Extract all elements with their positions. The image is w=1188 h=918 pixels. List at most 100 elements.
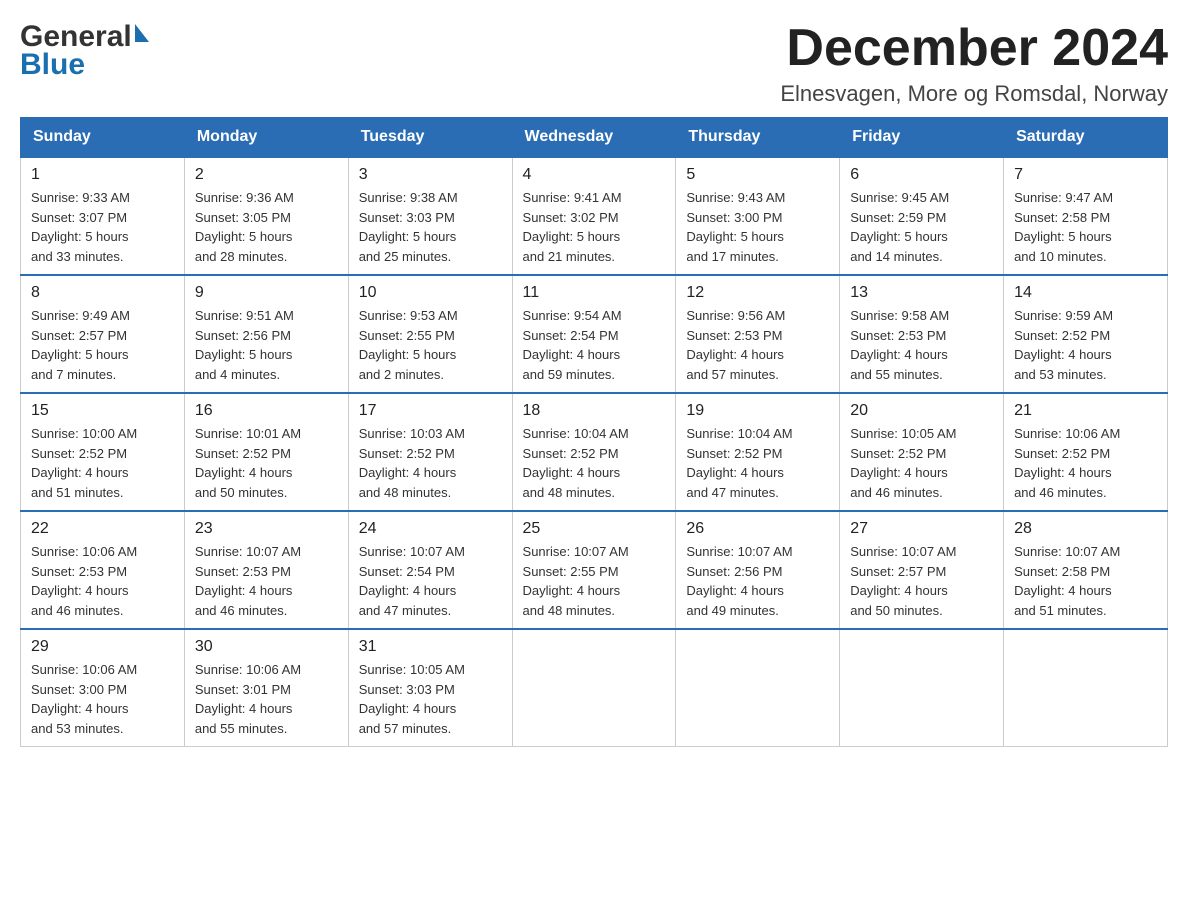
- calendar-day-cell: 3 Sunrise: 9:38 AMSunset: 3:03 PMDayligh…: [348, 157, 512, 275]
- col-header-sunday: Sunday: [21, 118, 185, 158]
- day-number: 7: [1014, 166, 1157, 184]
- day-number: 29: [31, 638, 174, 656]
- col-header-saturday: Saturday: [1004, 118, 1168, 158]
- day-number: 17: [359, 402, 502, 420]
- day-info: Sunrise: 9:58 AMSunset: 2:53 PMDaylight:…: [850, 308, 949, 382]
- day-info: Sunrise: 9:38 AMSunset: 3:03 PMDaylight:…: [359, 190, 458, 264]
- day-number: 16: [195, 402, 338, 420]
- col-header-thursday: Thursday: [676, 118, 840, 158]
- empty-cell: [676, 629, 840, 747]
- calendar-table: SundayMondayTuesdayWednesdayThursdayFrid…: [20, 117, 1168, 747]
- calendar-week-row: 22 Sunrise: 10:06 AMSunset: 2:53 PMDayli…: [21, 511, 1168, 629]
- day-info: Sunrise: 9:47 AMSunset: 2:58 PMDaylight:…: [1014, 190, 1113, 264]
- day-info: Sunrise: 10:05 AMSunset: 3:03 PMDaylight…: [359, 662, 465, 736]
- calendar-week-row: 15 Sunrise: 10:00 AMSunset: 2:52 PMDayli…: [21, 393, 1168, 511]
- calendar-day-cell: 16 Sunrise: 10:01 AMSunset: 2:52 PMDayli…: [184, 393, 348, 511]
- calendar-day-cell: 27 Sunrise: 10:07 AMSunset: 2:57 PMDayli…: [840, 511, 1004, 629]
- day-info: Sunrise: 10:06 AMSunset: 2:53 PMDaylight…: [31, 544, 137, 618]
- day-number: 8: [31, 284, 174, 302]
- empty-cell: [840, 629, 1004, 747]
- day-number: 13: [850, 284, 993, 302]
- day-info: Sunrise: 10:06 AMSunset: 3:01 PMDaylight…: [195, 662, 301, 736]
- day-number: 18: [523, 402, 666, 420]
- calendar-day-cell: 14 Sunrise: 9:59 AMSunset: 2:52 PMDaylig…: [1004, 275, 1168, 393]
- col-header-wednesday: Wednesday: [512, 118, 676, 158]
- day-info: Sunrise: 10:05 AMSunset: 2:52 PMDaylight…: [850, 426, 956, 500]
- calendar-week-row: 8 Sunrise: 9:49 AMSunset: 2:57 PMDayligh…: [21, 275, 1168, 393]
- col-header-friday: Friday: [840, 118, 1004, 158]
- day-number: 22: [31, 520, 174, 538]
- page-header: General Blue December 2024 Elnesvagen, M…: [20, 20, 1168, 107]
- day-info: Sunrise: 9:56 AMSunset: 2:53 PMDaylight:…: [686, 308, 785, 382]
- calendar-day-cell: 22 Sunrise: 10:06 AMSunset: 2:53 PMDayli…: [21, 511, 185, 629]
- day-number: 4: [523, 166, 666, 184]
- day-info: Sunrise: 10:06 AMSunset: 2:52 PMDaylight…: [1014, 426, 1120, 500]
- day-number: 28: [1014, 520, 1157, 538]
- day-info: Sunrise: 10:07 AMSunset: 2:55 PMDaylight…: [523, 544, 629, 618]
- empty-cell: [1004, 629, 1168, 747]
- day-number: 11: [523, 284, 666, 302]
- calendar-day-cell: 11 Sunrise: 9:54 AMSunset: 2:54 PMDaylig…: [512, 275, 676, 393]
- logo: General Blue: [20, 20, 149, 82]
- day-number: 19: [686, 402, 829, 420]
- day-info: Sunrise: 9:43 AMSunset: 3:00 PMDaylight:…: [686, 190, 785, 264]
- calendar-day-cell: 19 Sunrise: 10:04 AMSunset: 2:52 PMDayli…: [676, 393, 840, 511]
- calendar-day-cell: 17 Sunrise: 10:03 AMSunset: 2:52 PMDayli…: [348, 393, 512, 511]
- title-area: December 2024 Elnesvagen, More og Romsda…: [780, 20, 1168, 107]
- calendar-day-cell: 4 Sunrise: 9:41 AMSunset: 3:02 PMDayligh…: [512, 157, 676, 275]
- day-number: 31: [359, 638, 502, 656]
- day-info: Sunrise: 9:41 AMSunset: 3:02 PMDaylight:…: [523, 190, 622, 264]
- day-info: Sunrise: 10:07 AMSunset: 2:53 PMDaylight…: [195, 544, 301, 618]
- calendar-day-cell: 2 Sunrise: 9:36 AMSunset: 3:05 PMDayligh…: [184, 157, 348, 275]
- month-title: December 2024: [780, 20, 1168, 77]
- day-number: 2: [195, 166, 338, 184]
- calendar-day-cell: 6 Sunrise: 9:45 AMSunset: 2:59 PMDayligh…: [840, 157, 1004, 275]
- day-number: 26: [686, 520, 829, 538]
- calendar-day-cell: 12 Sunrise: 9:56 AMSunset: 2:53 PMDaylig…: [676, 275, 840, 393]
- day-number: 9: [195, 284, 338, 302]
- day-info: Sunrise: 9:54 AMSunset: 2:54 PMDaylight:…: [523, 308, 622, 382]
- calendar-day-cell: 7 Sunrise: 9:47 AMSunset: 2:58 PMDayligh…: [1004, 157, 1168, 275]
- calendar-day-cell: 31 Sunrise: 10:05 AMSunset: 3:03 PMDayli…: [348, 629, 512, 747]
- calendar-day-cell: 25 Sunrise: 10:07 AMSunset: 2:55 PMDayli…: [512, 511, 676, 629]
- calendar-day-cell: 28 Sunrise: 10:07 AMSunset: 2:58 PMDayli…: [1004, 511, 1168, 629]
- calendar-day-cell: 21 Sunrise: 10:06 AMSunset: 2:52 PMDayli…: [1004, 393, 1168, 511]
- calendar-day-cell: 18 Sunrise: 10:04 AMSunset: 2:52 PMDayli…: [512, 393, 676, 511]
- day-number: 3: [359, 166, 502, 184]
- day-info: Sunrise: 9:51 AMSunset: 2:56 PMDaylight:…: [195, 308, 294, 382]
- day-number: 5: [686, 166, 829, 184]
- day-info: Sunrise: 9:45 AMSunset: 2:59 PMDaylight:…: [850, 190, 949, 264]
- day-number: 14: [1014, 284, 1157, 302]
- day-info: Sunrise: 10:07 AMSunset: 2:58 PMDaylight…: [1014, 544, 1120, 618]
- day-info: Sunrise: 10:04 AMSunset: 2:52 PMDaylight…: [686, 426, 792, 500]
- calendar-week-row: 1 Sunrise: 9:33 AMSunset: 3:07 PMDayligh…: [21, 157, 1168, 275]
- day-number: 1: [31, 166, 174, 184]
- calendar-day-cell: 9 Sunrise: 9:51 AMSunset: 2:56 PMDayligh…: [184, 275, 348, 393]
- col-header-tuesday: Tuesday: [348, 118, 512, 158]
- day-number: 6: [850, 166, 993, 184]
- day-info: Sunrise: 9:53 AMSunset: 2:55 PMDaylight:…: [359, 308, 458, 382]
- calendar-day-cell: 10 Sunrise: 9:53 AMSunset: 2:55 PMDaylig…: [348, 275, 512, 393]
- day-number: 15: [31, 402, 174, 420]
- day-number: 24: [359, 520, 502, 538]
- day-info: Sunrise: 10:07 AMSunset: 2:57 PMDaylight…: [850, 544, 956, 618]
- day-info: Sunrise: 10:06 AMSunset: 3:00 PMDaylight…: [31, 662, 137, 736]
- day-number: 23: [195, 520, 338, 538]
- empty-cell: [512, 629, 676, 747]
- day-info: Sunrise: 9:49 AMSunset: 2:57 PMDaylight:…: [31, 308, 130, 382]
- logo-blue-text: Blue: [20, 48, 85, 82]
- calendar-day-cell: 23 Sunrise: 10:07 AMSunset: 2:53 PMDayli…: [184, 511, 348, 629]
- day-info: Sunrise: 10:07 AMSunset: 2:54 PMDaylight…: [359, 544, 465, 618]
- day-info: Sunrise: 10:07 AMSunset: 2:56 PMDaylight…: [686, 544, 792, 618]
- day-info: Sunrise: 10:01 AMSunset: 2:52 PMDaylight…: [195, 426, 301, 500]
- calendar-week-row: 29 Sunrise: 10:06 AMSunset: 3:00 PMDayli…: [21, 629, 1168, 747]
- calendar-day-cell: 5 Sunrise: 9:43 AMSunset: 3:00 PMDayligh…: [676, 157, 840, 275]
- day-info: Sunrise: 9:59 AMSunset: 2:52 PMDaylight:…: [1014, 308, 1113, 382]
- calendar-day-cell: 30 Sunrise: 10:06 AMSunset: 3:01 PMDayli…: [184, 629, 348, 747]
- day-number: 20: [850, 402, 993, 420]
- day-info: Sunrise: 10:03 AMSunset: 2:52 PMDaylight…: [359, 426, 465, 500]
- day-number: 27: [850, 520, 993, 538]
- col-header-monday: Monday: [184, 118, 348, 158]
- day-number: 10: [359, 284, 502, 302]
- day-info: Sunrise: 9:33 AMSunset: 3:07 PMDaylight:…: [31, 190, 130, 264]
